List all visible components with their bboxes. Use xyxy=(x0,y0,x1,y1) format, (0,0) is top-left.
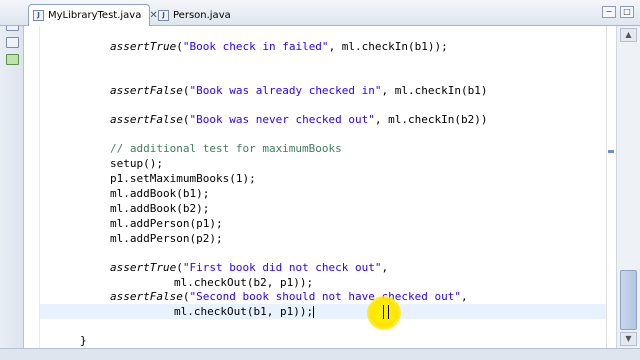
code-line: assertTrue("First book did not check out… xyxy=(110,261,389,274)
code-line: ml.addPerson(p2); xyxy=(110,232,223,245)
editor-ruler xyxy=(24,26,40,348)
overview-marker[interactable] xyxy=(608,150,614,153)
overview-ruler[interactable] xyxy=(606,26,616,348)
code-line: p1.setMaximumBooks(1); xyxy=(110,172,256,185)
code-line: assertFalse("Book was already checked in… xyxy=(110,84,488,97)
scroll-up-icon[interactable]: ▲ xyxy=(620,28,637,42)
code-line: assertFalse("Book was never checked out"… xyxy=(110,113,488,126)
code-line: assertFalse("Second book should not have… xyxy=(110,290,468,303)
java-file-icon: J xyxy=(158,9,169,21)
package-explorer-icon[interactable] xyxy=(6,54,19,65)
code-line: setup(); xyxy=(110,157,163,170)
ibeam-cursor-icon xyxy=(383,305,389,319)
code-line: assertTrue("Book check in failed", ml.ch… xyxy=(110,40,448,53)
code-line: ml.checkOut(b2, p1)); xyxy=(174,276,314,289)
vertical-scrollbar[interactable]: ▲ ▼ xyxy=(616,26,640,348)
hierarchy-icon[interactable] xyxy=(6,37,19,48)
java-file-icon: J xyxy=(33,10,44,21)
code-line: ml.addBook(b1); xyxy=(110,187,210,200)
maximize-icon[interactable]: □ xyxy=(620,6,634,18)
left-toolbar xyxy=(0,0,24,360)
tab-person[interactable]: J Person.java xyxy=(154,4,264,26)
scroll-down-icon[interactable]: ▼ xyxy=(620,332,637,346)
tab-label: Person.java xyxy=(173,9,231,21)
current-line-highlight xyxy=(40,304,606,319)
code-comment: // additional test for maximumBooks xyxy=(110,142,342,155)
minimize-icon[interactable]: − xyxy=(602,6,616,18)
code-line: ml.addPerson(p1); xyxy=(110,217,223,230)
code-line-current: ml.checkOut(b1, p1)); xyxy=(174,305,315,318)
horizontal-scrollbar[interactable] xyxy=(0,348,640,360)
tab-mylibrarytest[interactable]: J MyLibraryTest.java ✕ xyxy=(28,4,158,26)
code-line: } xyxy=(80,334,87,347)
text-caret xyxy=(313,306,315,318)
tab-label: MyLibraryTest.java xyxy=(48,10,142,21)
scroll-thumb[interactable] xyxy=(620,270,637,330)
editor-tab-bar: J MyLibraryTest.java ✕ J Person.java − □ xyxy=(0,0,640,26)
code-line: ml.addBook(b2); xyxy=(110,202,210,215)
